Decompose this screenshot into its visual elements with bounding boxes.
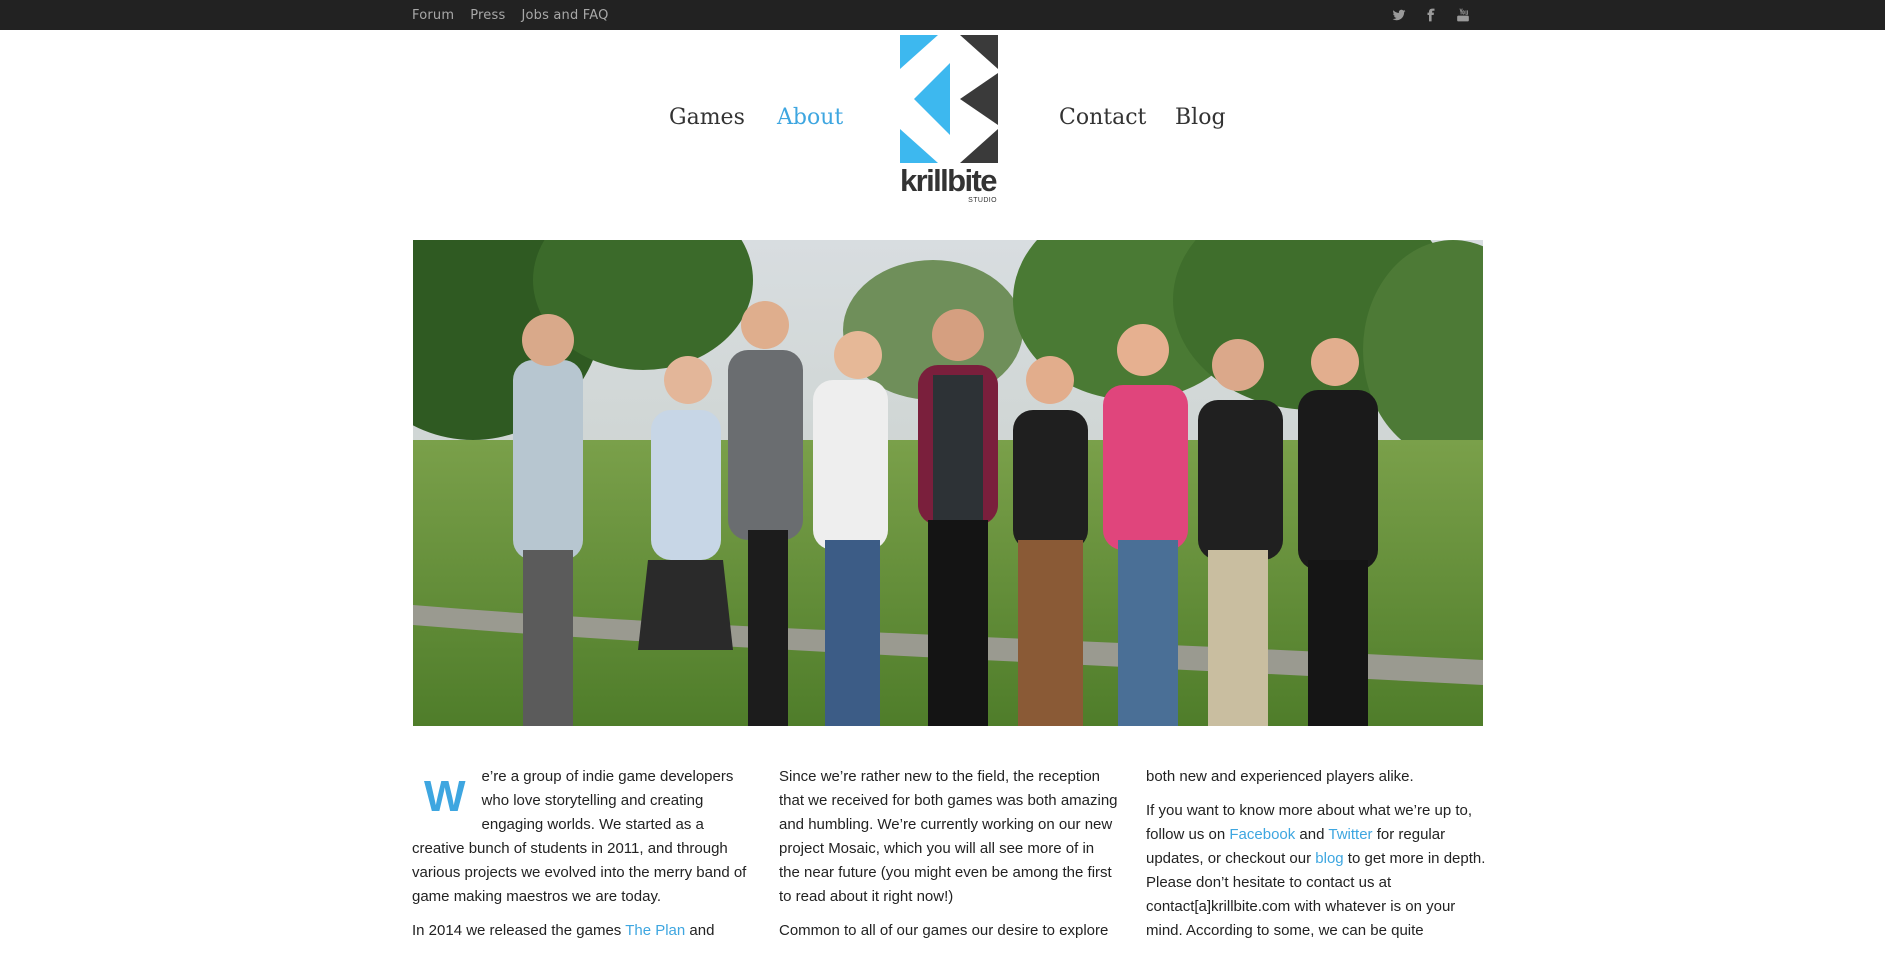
contact-text-b: and <box>1295 826 1329 843</box>
top-links: Forum Press Jobs and FAQ <box>412 0 625 30</box>
social-links <box>1392 0 1470 30</box>
nav-games[interactable]: Games <box>669 105 745 130</box>
about-column-3: both new and experienced players alike. … <box>1146 765 1486 953</box>
about-games-text: In 2014 we released the games <box>412 922 626 939</box>
youtube-icon[interactable] <box>1456 8 1470 22</box>
twitter-icon[interactable] <box>1392 8 1406 22</box>
facebook-link[interactable]: Facebook <box>1229 826 1295 843</box>
logo-studio-label: STUDIO <box>968 197 997 204</box>
about-contact-paragraph: If you want to know more about what we’r… <box>1146 799 1486 943</box>
nav-about[interactable]: About <box>777 105 843 130</box>
about-column-1: We’re a group of indie game developers w… <box>412 765 752 953</box>
top-bar-inner: Forum Press Jobs and FAQ <box>412 0 1482 30</box>
blog-link[interactable]: blog <box>1315 850 1343 867</box>
krillbite-k-mark-icon <box>900 35 998 163</box>
top-link-jobs-faq[interactable]: Jobs and FAQ <box>521 8 608 23</box>
krillbite-logo[interactable]: krillbite STUDIO <box>900 35 998 205</box>
logo-wordmark: krillbite <box>900 163 997 198</box>
about-players-paragraph: both new and experienced players alike. <box>1146 768 1414 785</box>
about-explore-paragraph: Common to all of our games our desire to… <box>779 922 1109 939</box>
top-link-forum[interactable]: Forum <box>412 8 454 23</box>
top-bar: Forum Press Jobs and FAQ <box>0 0 1885 30</box>
team-photo <box>413 240 1483 726</box>
facebook-icon[interactable] <box>1424 8 1438 22</box>
about-reception-paragraph: Since we’re rather new to the field, the… <box>779 768 1118 905</box>
about-column-2: Since we’re rather new to the field, the… <box>779 765 1119 953</box>
about-intro-paragraph: We’re a group of indie game developers w… <box>412 765 752 909</box>
twitter-link[interactable]: Twitter <box>1328 826 1372 843</box>
the-plan-link[interactable]: The Plan <box>625 922 685 939</box>
about-games-text-end: and <box>685 922 715 939</box>
nav-contact[interactable]: Contact <box>1059 105 1146 130</box>
dropcap-letter: W <box>424 772 466 821</box>
team-photo-image <box>413 240 1483 726</box>
about-games-paragraph: In 2014 we released the games The Plan a… <box>412 919 752 943</box>
top-link-press[interactable]: Press <box>470 8 505 23</box>
nav-blog[interactable]: Blog <box>1175 105 1226 130</box>
